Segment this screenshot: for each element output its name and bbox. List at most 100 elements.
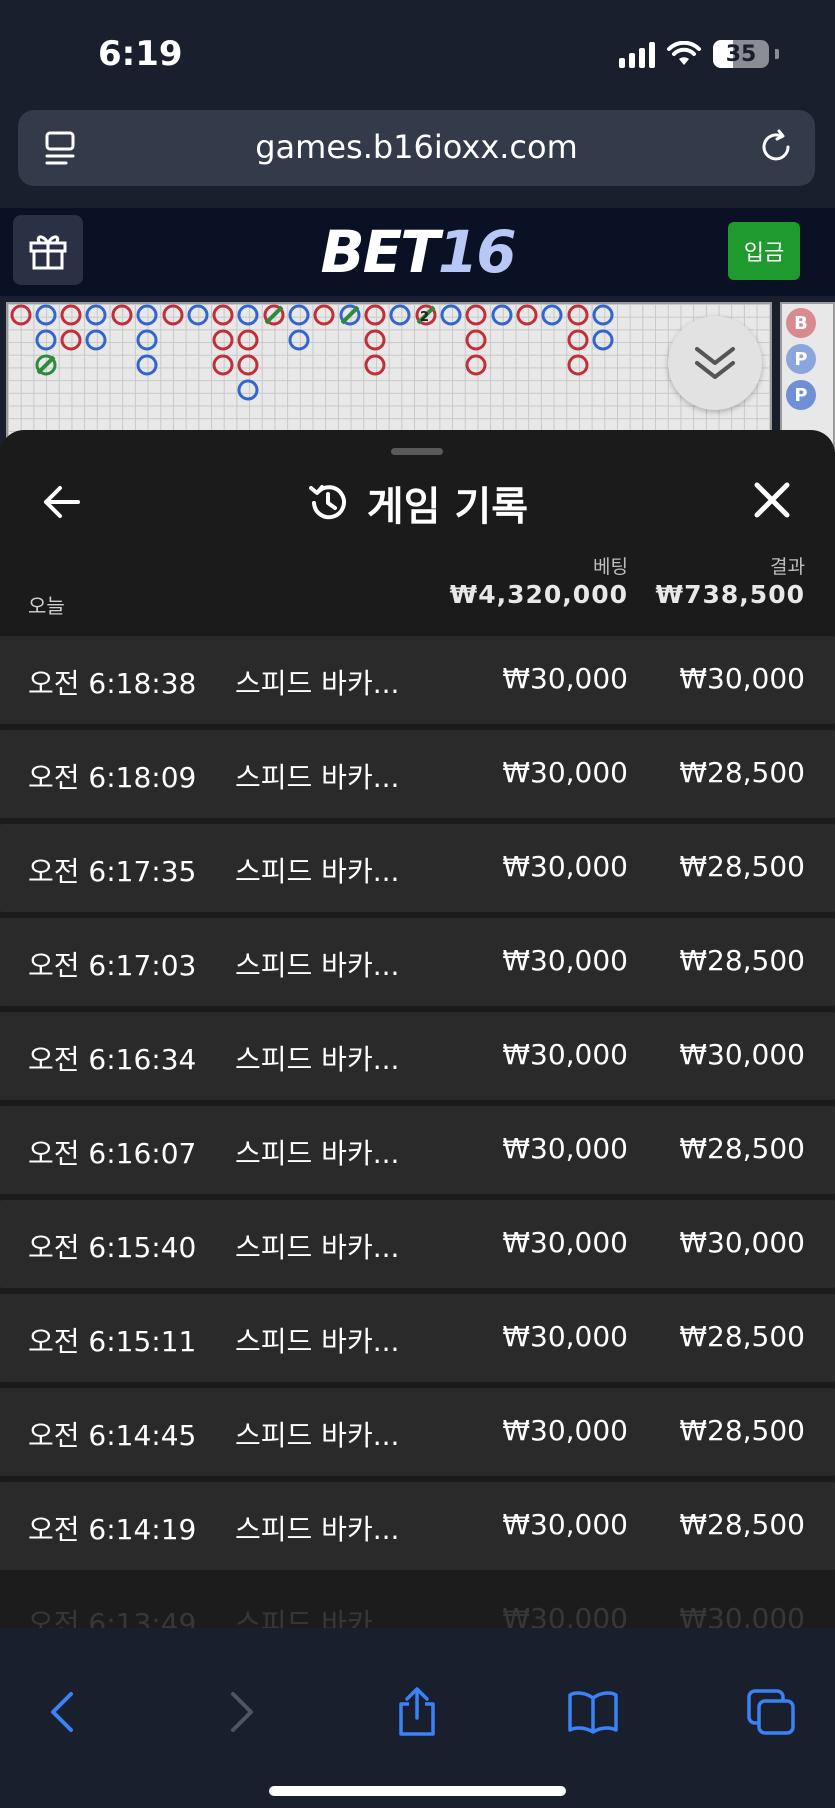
bookmarks-button[interactable] [565, 1684, 621, 1740]
row-bet: ₩30,000 [502, 1320, 628, 1353]
row-game: 스피드 바카... [235, 1419, 400, 1452]
status-icons: 35 [619, 40, 779, 68]
book-icon [568, 1691, 618, 1734]
share-button[interactable] [389, 1684, 445, 1740]
close-button[interactable] [752, 480, 792, 520]
chevron-right-icon [231, 1692, 253, 1732]
row-time: 오전 6:13:49 [28, 1607, 197, 1628]
result-total: ₩738,500 [655, 580, 805, 609]
row-result: ₩28,500 [679, 850, 805, 883]
row-bet: ₩30,000 [502, 944, 628, 977]
row-result: ₩28,500 [679, 1320, 805, 1353]
history-row[interactable]: 오전 6:15:40 스피드 바카... ₩30,000 ₩30,000 [0, 1200, 835, 1288]
row-game: 스피드 바카... [235, 667, 400, 700]
row-game: 스피드 바카... [235, 1513, 400, 1546]
row-result: ₩30,000 [679, 1602, 805, 1628]
history-list: 오전 6:18:38 스피드 바카... ₩30,000 ₩30,000 오전 6:18… [0, 636, 835, 1628]
row-bet: ₩30,000 [502, 1132, 628, 1165]
chevron-left-icon [51, 1692, 73, 1732]
reload-icon[interactable] [757, 128, 795, 166]
address-bar[interactable]: games.b16ioxx.com [18, 110, 815, 186]
sheet-title-text: 게임 기록 [366, 484, 529, 530]
row-game: 스피드 바카... [235, 1325, 400, 1358]
row-time: 오전 6:15:11 [28, 1325, 197, 1358]
site-header: BET16 입금 [0, 208, 835, 296]
signal-icon [619, 40, 655, 68]
row-result: ₩28,500 [679, 1508, 805, 1541]
history-row[interactable]: 오전 6:14:45 스피드 바카... ₩30,000 ₩28,500 [0, 1388, 835, 1476]
history-row[interactable]: 오전 6:16:34 스피드 바카... ₩30,000 ₩30,000 [0, 1012, 835, 1100]
row-bet: ₩30,000 [502, 756, 628, 789]
row-time: 오전 6:15:40 [28, 1231, 197, 1264]
row-bet: ₩30,000 [502, 662, 628, 695]
row-game: 스피드 바카... [235, 1231, 400, 1264]
chevron-double-down-icon [695, 347, 735, 379]
bead-road-grid: 2 [10, 304, 614, 401]
history-row[interactable]: 오전 6:13:49 스피드 바카... ₩30,000 ₩30,000 [0, 1576, 835, 1628]
row-time: 오전 6:18:38 [28, 667, 197, 700]
result-column-label: 결과 [770, 556, 805, 578]
tabs-button[interactable] [743, 1684, 799, 1740]
back-nav-button[interactable] [34, 1684, 90, 1740]
sheet-handle[interactable] [391, 448, 443, 455]
row-result: ₩28,500 [679, 944, 805, 977]
battery-cap [775, 49, 779, 59]
row-result: ₩30,000 [679, 662, 805, 695]
row-result: ₩30,000 [679, 1226, 805, 1259]
status-time: 6:19 [98, 34, 183, 74]
history-row[interactable]: 오전 6:15:11 스피드 바카... ₩30,000 ₩28,500 [0, 1294, 835, 1382]
row-time: 오전 6:14:19 [28, 1513, 197, 1546]
history-row[interactable]: 오전 6:17:35 스피드 바카... ₩30,000 ₩28,500 [0, 824, 835, 912]
sheet-title: 게임 기록 [0, 474, 835, 532]
battery-level: 35 [725, 41, 757, 67]
bet-column-label: 베팅 [593, 556, 628, 578]
game-history-sheet: 게임 기록 오늘 베팅 ₩4,320,000 결과 ₩738,500 오전 6:… [0, 430, 835, 1628]
battery-icon: 35 [713, 40, 769, 68]
bet-total: ₩4,320,000 [449, 580, 628, 609]
row-game: 스피드 바카... [235, 855, 400, 888]
side-player-dot: P [786, 344, 816, 374]
url-text[interactable]: games.b16ioxx.com [18, 128, 815, 166]
row-game: 스피드 바카... [235, 1137, 400, 1170]
history-row[interactable]: 오전 6:14:19 스피드 바카... ₩30,000 ₩28,500 [0, 1482, 835, 1570]
logo-bet: BET [320, 218, 439, 286]
svg-text:2: 2 [420, 310, 429, 325]
row-result: ₩28,500 [679, 1414, 805, 1447]
row-bet: ₩30,000 [502, 1508, 628, 1541]
side-player-dot: P [786, 380, 816, 410]
row-game: 스피드 바카... [235, 1043, 400, 1076]
row-result: ₩28,500 [679, 756, 805, 789]
share-icon [399, 1687, 435, 1736]
row-time: 오전 6:16:34 [28, 1043, 197, 1076]
forward-nav-button[interactable] [214, 1684, 270, 1740]
row-game: 스피드 바카... [235, 949, 400, 982]
status-bar: 6:19 35 [0, 0, 835, 108]
row-result: ₩28,500 [679, 1132, 805, 1165]
browser-toolbar [0, 1628, 835, 1808]
row-bet: ₩30,000 [502, 1602, 628, 1628]
wifi-icon [667, 41, 701, 65]
row-result: ₩30,000 [679, 1038, 805, 1071]
history-icon [308, 485, 346, 520]
site-logo[interactable]: BET16 [0, 218, 835, 286]
logo-num: 16 [437, 218, 517, 286]
row-time: 오전 6:14:45 [28, 1419, 197, 1452]
row-time: 오전 6:17:03 [28, 949, 197, 982]
row-game: 스피드 바카... [235, 1607, 400, 1628]
history-row[interactable]: 오전 6:17:03 스피드 바카... ₩30,000 ₩28,500 [0, 918, 835, 1006]
row-time: 오전 6:16:07 [28, 1137, 197, 1170]
history-row[interactable]: 오전 6:18:09 스피드 바카... ₩30,000 ₩28,500 [0, 730, 835, 818]
home-indicator[interactable] [269, 1786, 566, 1796]
today-label: 오늘 [28, 594, 65, 618]
side-banker-dot: B [786, 308, 816, 338]
row-game: 스피드 바카... [235, 761, 400, 794]
history-row[interactable]: 오전 6:16:07 스피드 바카... ₩30,000 ₩28,500 [0, 1106, 835, 1194]
row-bet: ₩30,000 [502, 1414, 628, 1447]
summary-header: 오늘 베팅 ₩4,320,000 결과 ₩738,500 [0, 540, 835, 620]
collapse-button[interactable] [668, 316, 762, 410]
row-bet: ₩30,000 [502, 1226, 628, 1259]
tabs-icon [747, 1689, 795, 1735]
history-row[interactable]: 오전 6:18:38 스피드 바카... ₩30,000 ₩30,000 [0, 636, 835, 724]
row-bet: ₩30,000 [502, 1038, 628, 1071]
deposit-button[interactable]: 입금 [728, 222, 800, 280]
